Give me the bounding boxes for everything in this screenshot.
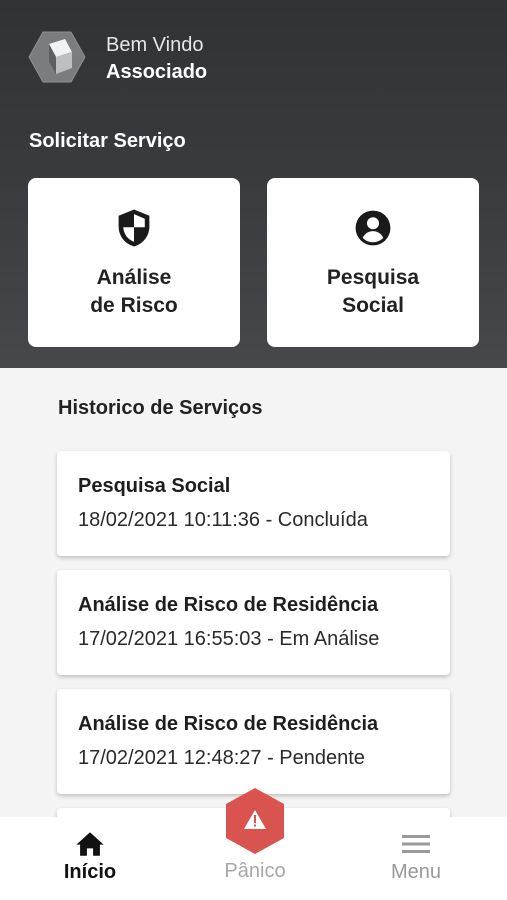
home-icon [76, 832, 104, 856]
shield-icon [118, 209, 150, 247]
nav-home-label: Início [63, 861, 117, 883]
history-item[interactable]: Análise de Risco de Residência 17/02/202… [57, 689, 450, 794]
nav-menu-label: Menu [390, 861, 442, 883]
history-title: Historico de Serviços [58, 397, 263, 419]
app-logo-icon [28, 31, 86, 83]
history-item[interactable]: Análise de Risco de Residência 17/02/202… [57, 570, 450, 675]
history-item-title: Análise de Risco de Residência [78, 594, 379, 616]
warning-icon [226, 788, 284, 854]
account-circle-icon [355, 210, 391, 246]
welcome-user: Associado [106, 61, 208, 83]
service-social-research-button[interactable]: Pesquisa Social [267, 178, 479, 347]
history-item-title: Análise de Risco de Residência [78, 713, 379, 735]
history-item-detail: 18/02/2021 10:11:36 - Concluída [78, 509, 368, 531]
service-risk-analysis-button[interactable]: Análise de Risco [28, 178, 240, 347]
nav-home-tab[interactable]: Início [30, 817, 150, 900]
service-risk-analysis-label: Análise de Risco [90, 266, 178, 317]
history-item-detail: 17/02/2021 12:48:27 - Pendente [78, 747, 365, 769]
menu-icon [402, 835, 430, 853]
panic-label: Pânico [224, 860, 286, 882]
history-item[interactable]: Pesquisa Social 18/02/2021 10:11:36 - Co… [57, 451, 450, 556]
welcome-block: Bem Vindo Associado [106, 32, 207, 86]
header: Bem Vindo Associado Solicitar Serviço An… [0, 0, 507, 368]
service-social-research-label: Pesquisa Social [326, 266, 420, 317]
welcome-greeting: Bem Vindo [106, 34, 204, 56]
history-item-title: Pesquisa Social [78, 475, 231, 497]
nav-menu-tab[interactable]: Menu [356, 817, 476, 900]
request-service-title: Solicitar Serviço [29, 130, 186, 152]
panic-button[interactable]: Pânico [210, 786, 300, 890]
history-item-detail: 17/02/2021 16:55:03 - Em Análise [78, 628, 380, 650]
